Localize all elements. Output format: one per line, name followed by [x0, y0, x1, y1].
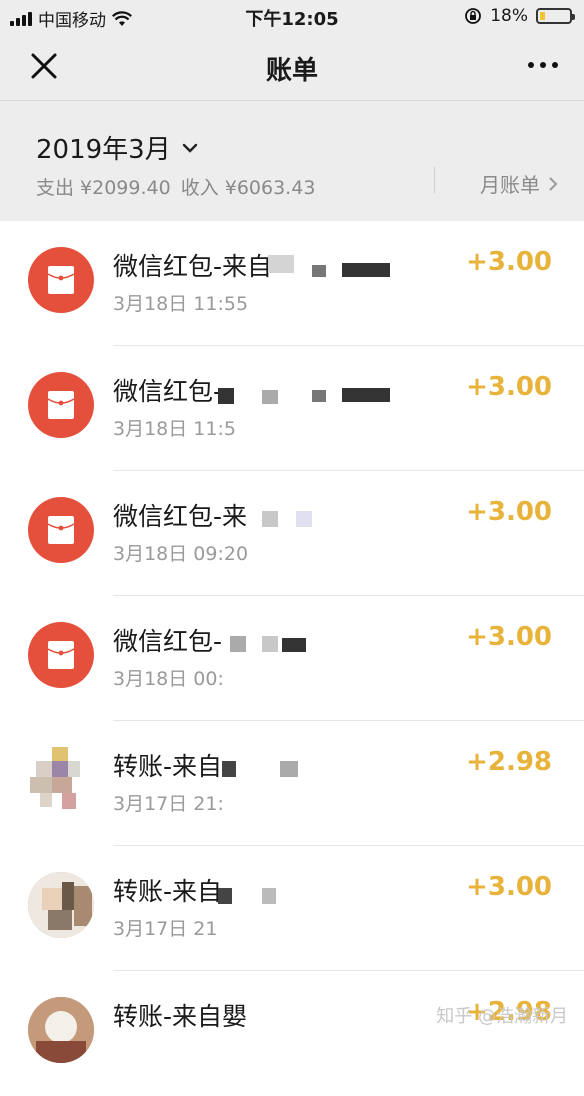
transaction-amount: +3.00: [466, 872, 552, 902]
transaction-item[interactable]: 转账-来自嬰 +2.98: [0, 971, 584, 1096]
redaction-mark: [342, 388, 390, 402]
transaction-date: 3月18日 11:5: [113, 414, 236, 441]
transaction-name: 转账-来自: [113, 747, 222, 783]
battery-icon: [536, 8, 572, 24]
transaction-amount: +2.98: [466, 747, 552, 777]
transaction-date: 3月18日 00:: [113, 664, 224, 691]
transaction-amount: +3.00: [466, 372, 552, 402]
redaction-mark: [222, 761, 236, 777]
transaction-amount: +3.00: [466, 247, 552, 277]
transaction-name: 微信红包-来: [113, 497, 247, 533]
transaction-date: 3月17日 21:: [113, 789, 224, 816]
transaction-date: 3月17日 21: [113, 914, 217, 941]
month-summary: 2019年3月 支出 ¥2099.40 收入 ¥6063.43 月账单: [0, 101, 584, 221]
battery-percent: 18%: [490, 6, 528, 26]
month-label: 2019年3月: [36, 129, 171, 166]
more-icon[interactable]: [528, 62, 558, 68]
redaction-mark: [230, 636, 246, 652]
battery-fill: [540, 12, 545, 20]
monthly-bill-label: 月账单: [480, 169, 540, 198]
redaction-mark: [262, 390, 278, 404]
redaction-mark: [218, 388, 234, 404]
transaction-amount: +3.00: [466, 497, 552, 527]
transaction-date: 3月18日 11:55: [113, 289, 248, 316]
redaction-mark: [262, 511, 278, 527]
rotation-lock-icon: [464, 7, 482, 25]
transaction-date: 3月18日 09:20: [113, 539, 248, 566]
transaction-name: 微信红包-: [113, 622, 222, 658]
transaction-item[interactable]: 微信红包-来自 3月18日 11:55 +3.00: [0, 221, 584, 346]
chevron-right-icon: [548, 176, 558, 192]
red-packet-icon: [28, 622, 94, 688]
redaction-mark: [262, 888, 276, 904]
redaction-mark: [218, 888, 232, 904]
divider: [434, 167, 435, 193]
redaction-mark: [280, 761, 298, 777]
income-total: 收入 ¥6063.43: [181, 173, 316, 200]
redaction-mark: [262, 636, 278, 652]
transaction-item[interactable]: 转账-来自 3月17日 21: +2.98: [0, 721, 584, 846]
transaction-item[interactable]: 微信红包- 3月18日 00: +3.00: [0, 596, 584, 721]
nav-bar: 账单: [0, 32, 584, 101]
month-selector[interactable]: 2019年3月: [36, 129, 199, 166]
transaction-item[interactable]: 微信红包- 3月18日 11:5 +3.00: [0, 346, 584, 471]
redaction-mark: [296, 511, 312, 527]
transaction-name: 微信红包-: [113, 372, 222, 408]
redaction-mark: [312, 265, 326, 277]
monthly-bill-link[interactable]: 月账单: [480, 169, 558, 198]
transaction-name: 微信红包-来自: [113, 247, 272, 283]
avatar: [28, 997, 94, 1063]
month-stats: 支出 ¥2099.40 收入 ¥6063.43: [36, 173, 315, 200]
chevron-down-icon: [181, 142, 199, 154]
transaction-list: 微信红包-来自 3月18日 11:55 +3.00 微信红包- 3月18日 11…: [0, 221, 584, 1096]
transaction-name: 转账-来自: [113, 872, 222, 908]
red-packet-icon: [28, 497, 94, 563]
transaction-item[interactable]: 微信红包-来 3月18日 09:20 +3.00: [0, 471, 584, 596]
avatar: [28, 872, 94, 938]
red-packet-icon: [28, 372, 94, 438]
transaction-item[interactable]: 转账-来自 3月17日 21 +3.00: [0, 846, 584, 971]
redaction-mark: [342, 263, 390, 277]
redaction-mark: [282, 638, 306, 652]
redaction-mark: [268, 255, 294, 273]
redaction-mark: [312, 390, 326, 402]
expense-total: 支出 ¥2099.40: [36, 173, 171, 200]
transaction-amount: +3.00: [466, 622, 552, 652]
status-right: 18%: [464, 6, 572, 26]
red-packet-icon: [28, 247, 94, 313]
page-title: 账单: [0, 50, 584, 87]
avatar: [28, 747, 94, 813]
status-bar: 中国移动 下午12:05 18%: [0, 0, 584, 32]
transaction-name: 转账-来自嬰: [113, 997, 247, 1033]
watermark: 知乎 @浩瀚新月: [436, 1002, 568, 1028]
